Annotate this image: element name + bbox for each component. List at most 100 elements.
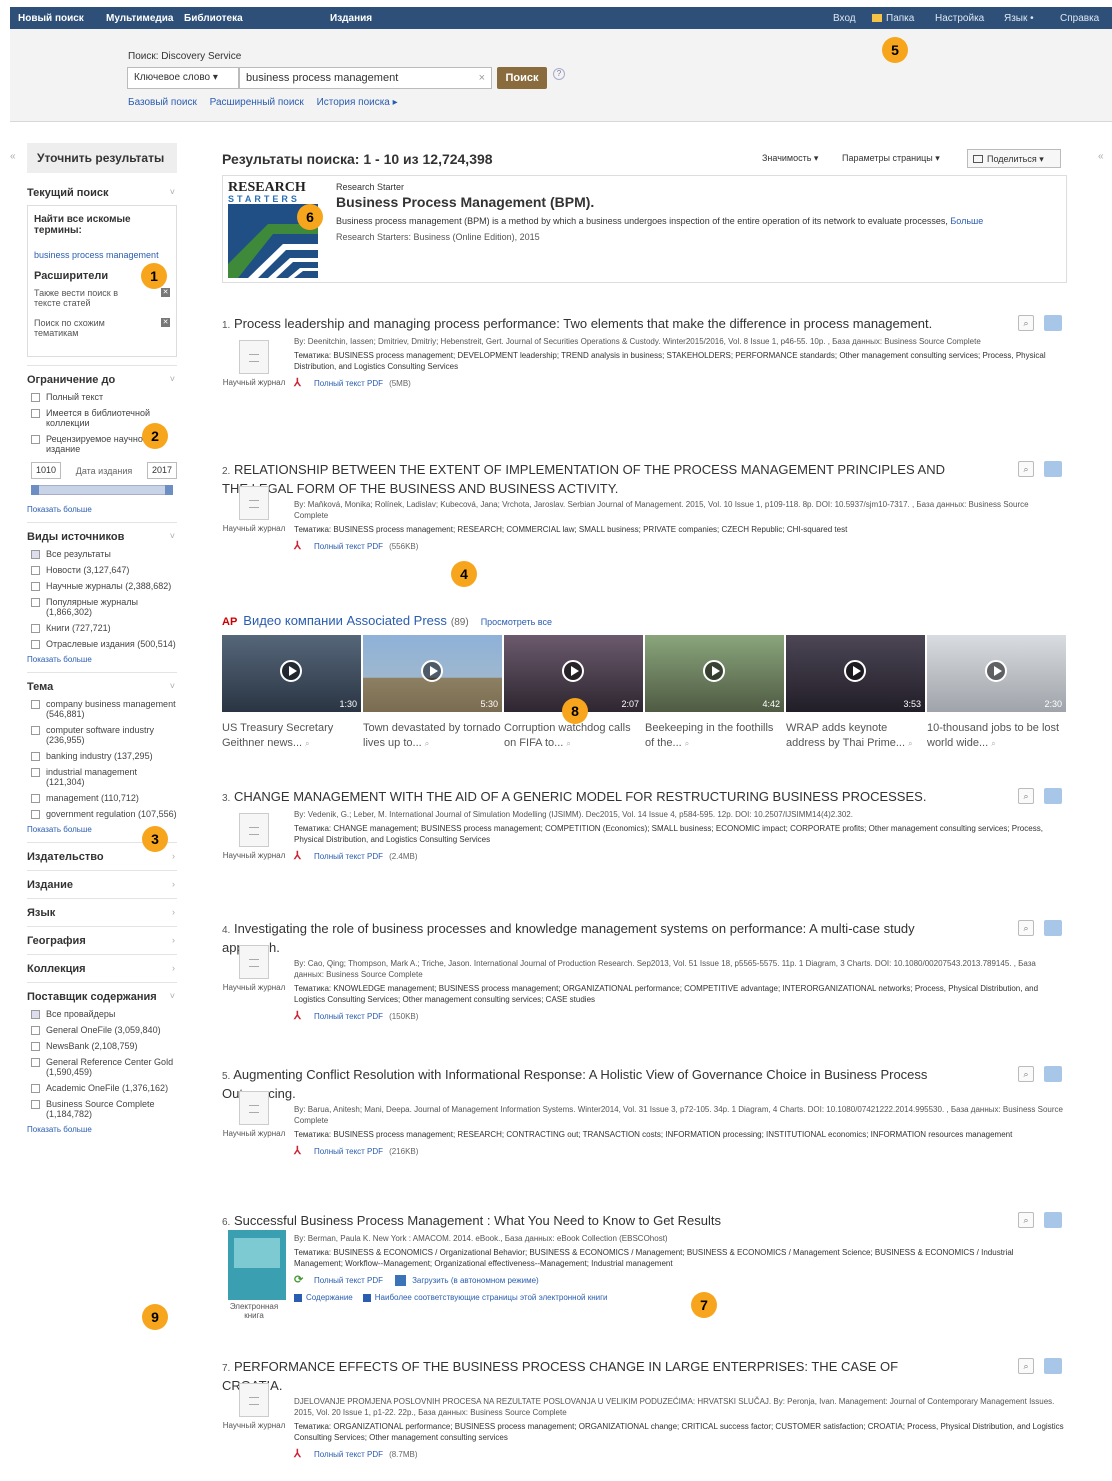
pdf-link[interactable]: ⅄ Полный текст PDF (216KB) bbox=[294, 1145, 1067, 1158]
nav-login[interactable]: Вход bbox=[833, 13, 856, 24]
ebook-pdf-link[interactable]: Полный текст PDF bbox=[314, 1276, 383, 1285]
facet-collection[interactable]: Коллекция › bbox=[27, 955, 177, 983]
remove-icon[interactable]: ✕ bbox=[161, 318, 170, 327]
date-to-input[interactable]: 2017 bbox=[147, 462, 177, 479]
pdf-link[interactable]: ⅄ Полный текст PDF (2.4MB) bbox=[294, 850, 1067, 863]
preview-icon[interactable]: ⌕ bbox=[305, 739, 309, 748]
collapse-left-icon[interactable]: « bbox=[10, 151, 16, 162]
subject-checkbox[interactable]: banking industry (137,295) bbox=[31, 751, 177, 761]
slider-handle-right[interactable] bbox=[165, 485, 173, 495]
preview-icon[interactable]: ⌕ bbox=[566, 739, 570, 748]
basic-search-link[interactable]: Базовый поиск bbox=[128, 97, 197, 108]
date-slider[interactable] bbox=[31, 485, 173, 495]
result-title[interactable]: 6. Successful Business Process Managemen… bbox=[222, 1212, 962, 1231]
subject-checkbox[interactable]: government regulation (107,556) bbox=[31, 809, 177, 819]
slider-handle-left[interactable] bbox=[31, 485, 39, 495]
date-from-input[interactable]: 1010 bbox=[31, 462, 61, 479]
nav-publications[interactable]: Издания bbox=[330, 13, 372, 24]
search-field-select[interactable]: Ключевое слово ▾ bbox=[127, 67, 239, 89]
sort-dropdown[interactable]: Значимость ▾ bbox=[762, 153, 818, 164]
nav-language[interactable]: Язык • bbox=[1004, 13, 1034, 24]
facet-language[interactable]: Язык › bbox=[27, 899, 177, 927]
preview-icon[interactable]: ⌕ bbox=[1018, 920, 1034, 936]
search-button[interactable]: Поиск bbox=[497, 67, 547, 89]
add-to-folder-icon[interactable] bbox=[1044, 1066, 1062, 1082]
pdf-link[interactable]: ⅄ Полный текст PDF (556KB) bbox=[294, 540, 1067, 553]
video-thumb-2[interactable]: 5:30 bbox=[363, 635, 502, 712]
add-to-folder-icon[interactable] bbox=[1044, 1358, 1062, 1374]
video-section-title[interactable]: Видео компании Associated Press bbox=[243, 613, 447, 628]
add-to-folder-icon[interactable] bbox=[1044, 920, 1062, 936]
preview-icon[interactable]: ⌕ bbox=[425, 739, 429, 748]
preview-icon[interactable]: ⌕ bbox=[1018, 1358, 1034, 1374]
source-books-checkbox[interactable]: Книги (727,721) bbox=[31, 623, 177, 633]
clear-icon[interactable]: × bbox=[479, 72, 485, 84]
download-offline-link[interactable]: Загрузить (в автономном режиме) bbox=[412, 1276, 539, 1285]
video-caption[interactable]: Corruption watchdog calls on FIFA to... … bbox=[504, 721, 643, 751]
page-options-dropdown[interactable]: Параметры страницы ▾ bbox=[842, 153, 940, 164]
preview-icon[interactable]: ⌕ bbox=[1018, 788, 1034, 804]
chevron-down-icon[interactable]: ˅ bbox=[170, 531, 175, 541]
chevron-down-icon[interactable]: ˅ bbox=[170, 374, 175, 384]
video-caption[interactable]: WRAP adds keynote address by Thai Prime.… bbox=[786, 721, 925, 751]
video-thumb-5[interactable]: 3:53 bbox=[786, 635, 925, 712]
limit-fulltext-checkbox[interactable]: Полный текст bbox=[31, 392, 177, 402]
preview-icon[interactable]: ⌕ bbox=[1018, 1066, 1034, 1082]
add-to-folder-icon[interactable] bbox=[1044, 788, 1062, 804]
advanced-search-link[interactable]: Расширенный поиск bbox=[210, 97, 304, 108]
subject-checkbox[interactable]: industrial management (121,304) bbox=[31, 767, 177, 787]
subject-checkbox[interactable]: management (110,712) bbox=[31, 793, 177, 803]
help-icon[interactable]: ? bbox=[553, 68, 565, 80]
video-thumb-4[interactable]: 4:42 bbox=[645, 635, 784, 712]
search-input[interactable]: business process management × bbox=[239, 67, 492, 89]
collapse-right-icon[interactable]: « bbox=[1098, 151, 1104, 162]
research-starter-title[interactable]: Business Process Management (BPM). bbox=[336, 194, 594, 210]
view-all-link[interactable]: Просмотреть все bbox=[481, 617, 552, 627]
result-title[interactable]: 2. RELATIONSHIP BETWEEN THE EXTENT OF IM… bbox=[222, 461, 962, 497]
toc-link[interactable]: Содержание bbox=[306, 1293, 353, 1302]
relevant-pages-link[interactable]: Наиболее соответствующие страницы этой э… bbox=[375, 1293, 608, 1302]
provider-checkbox[interactable]: General OneFile (3,059,840) bbox=[31, 1025, 177, 1035]
preview-icon[interactable]: ⌕ bbox=[908, 739, 912, 748]
search-term-link[interactable]: business process management bbox=[34, 250, 170, 260]
share-button[interactable]: Поделиться ▾ bbox=[967, 149, 1061, 168]
chevron-down-icon[interactable]: ˅ bbox=[170, 991, 175, 1001]
nav-library[interactable]: Библиотека bbox=[184, 13, 243, 24]
video-caption[interactable]: 10-thousand jobs to be lost world wide..… bbox=[927, 721, 1066, 751]
chevron-down-icon[interactable]: ˅ bbox=[170, 187, 175, 197]
ebook-cover-image[interactable] bbox=[228, 1230, 286, 1300]
source-all-checkbox[interactable]: Все результаты bbox=[31, 549, 177, 559]
facet-geography[interactable]: География › bbox=[27, 927, 177, 955]
more-link[interactable]: Больше bbox=[950, 216, 983, 226]
source-news-checkbox[interactable]: Новости (3,127,647) bbox=[31, 565, 177, 575]
video-caption[interactable]: Town devastated by tornado lives up to..… bbox=[363, 721, 502, 751]
nav-preferences[interactable]: Настройка bbox=[935, 13, 984, 24]
source-trade-checkbox[interactable]: Отраслевые издания (500,514) bbox=[31, 639, 177, 649]
provider-checkbox[interactable]: Academic OneFile (1,376,162) bbox=[31, 1083, 177, 1093]
result-title[interactable]: 7. PERFORMANCE EFFECTS OF THE BUSINESS P… bbox=[222, 1358, 962, 1394]
add-to-folder-icon[interactable] bbox=[1044, 315, 1062, 331]
pdf-link[interactable]: ⅄ Полный текст PDF (150KB) bbox=[294, 1010, 1067, 1023]
preview-icon[interactable]: ⌕ bbox=[1018, 315, 1034, 331]
result-title[interactable]: 5. Augmenting Conflict Resolution with I… bbox=[222, 1066, 962, 1102]
provider-checkbox[interactable]: General Reference Center Gold (1,590,459… bbox=[31, 1057, 177, 1077]
pdf-link[interactable]: ⅄ Полный текст PDF (8.7MB) bbox=[294, 1448, 1067, 1461]
source-academic-checkbox[interactable]: Научные журналы (2,388,682) bbox=[31, 581, 177, 591]
video-caption[interactable]: Beekeeping in the foothills of the... ⌕ bbox=[645, 721, 784, 751]
subject-checkbox[interactable]: computer software industry (236,955) bbox=[31, 725, 177, 745]
provider-all-checkbox[interactable]: Все провайдеры bbox=[31, 1009, 177, 1019]
result-title[interactable]: 1. Process leadership and managing proce… bbox=[222, 315, 962, 334]
preview-icon[interactable]: ⌕ bbox=[991, 739, 995, 748]
remove-icon[interactable]: ✕ bbox=[161, 288, 170, 297]
nav-folder[interactable]: Папка bbox=[872, 13, 914, 24]
video-thumb-1[interactable]: 1:30 bbox=[222, 635, 361, 712]
nav-multimedia[interactable]: Мультимедиа bbox=[106, 13, 173, 24]
preview-icon[interactable]: ⌕ bbox=[685, 739, 689, 748]
pdf-link[interactable]: ⅄ Полный текст PDF (5MB) bbox=[294, 377, 1067, 390]
nav-help[interactable]: Справка bbox=[1060, 13, 1099, 24]
result-title[interactable]: 4. Investigating the role of business pr… bbox=[222, 920, 962, 956]
show-more-link[interactable]: Показать больше bbox=[27, 505, 177, 514]
nav-new-search[interactable]: Новый поиск bbox=[18, 13, 84, 24]
source-magazines-checkbox[interactable]: Популярные журналы (1,866,302) bbox=[31, 597, 177, 617]
subject-checkbox[interactable]: company business management (546,881) bbox=[31, 699, 177, 719]
